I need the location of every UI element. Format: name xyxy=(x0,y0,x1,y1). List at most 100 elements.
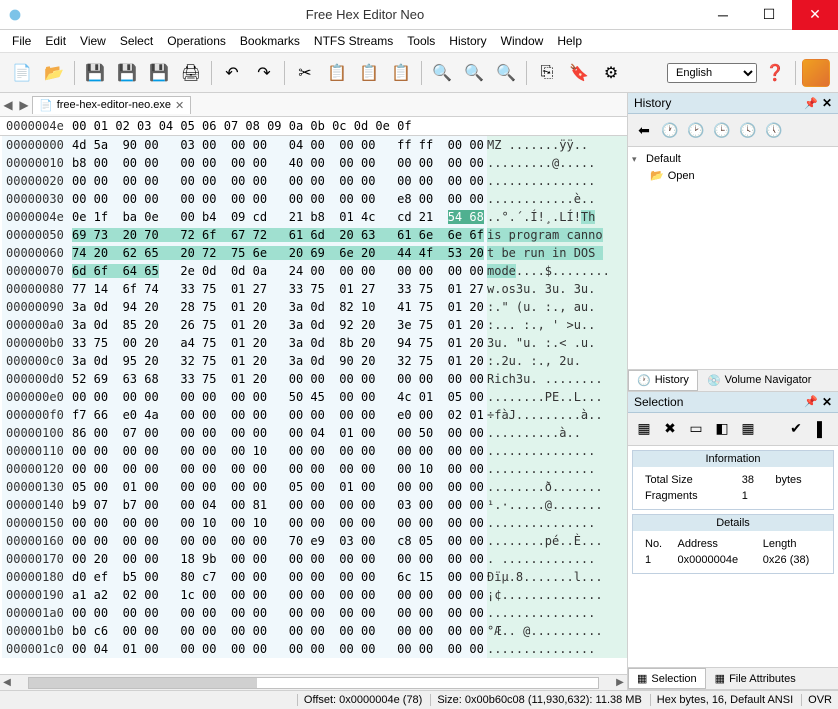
history-clock2-icon[interactable]: 🕑 xyxy=(684,118,708,142)
hex-row[interactable]: 0000008077 14 6f 74 33 75 01 27 33 75 01… xyxy=(0,280,627,298)
new-file-icon[interactable]: 📄 xyxy=(8,59,36,87)
hex-row[interactable]: 000000c03a 0d 95 20 32 75 01 20 3a 0d 90… xyxy=(0,352,627,370)
row-bytes: f7 66 e0 4a 00 00 00 00 00 00 00 00 e0 0… xyxy=(72,406,487,424)
hex-row[interactable]: 000000e000 00 00 00 00 00 00 00 50 45 00… xyxy=(0,388,627,406)
menu-view[interactable]: View xyxy=(80,34,106,48)
hex-row[interactable]: 000001b0b0 c6 00 00 00 00 00 00 00 00 00… xyxy=(0,622,627,640)
hex-row[interactable]: 0000003000 00 00 00 00 00 00 00 00 00 00… xyxy=(0,190,627,208)
hex-row[interactable]: 0000011000 00 00 00 00 00 00 10 00 00 00… xyxy=(0,442,627,460)
sel-grid2-icon[interactable]: ▦ xyxy=(736,417,760,441)
hex-row[interactable]: 0000016000 00 00 00 00 00 00 00 70 e9 03… xyxy=(0,532,627,550)
replace-icon[interactable]: 🔍 xyxy=(492,59,520,87)
help-icon[interactable]: ❓ xyxy=(761,59,789,87)
bookmark-icon[interactable]: 🔖 xyxy=(565,59,593,87)
row-bytes: 00 00 00 00 00 00 00 00 00 00 00 00 00 0… xyxy=(72,172,487,190)
tab-close-icon[interactable]: ✕ xyxy=(175,99,184,112)
menu-edit[interactable]: Edit xyxy=(45,34,66,48)
hex-row[interactable]: 000000b033 75 00 20 a4 75 01 20 3a 0d 8b… xyxy=(0,334,627,352)
sel-mark-icon[interactable]: ◧ xyxy=(710,417,734,441)
hex-row[interactable]: 0000017000 20 00 00 18 9b 00 00 00 00 00… xyxy=(0,550,627,568)
menu-select[interactable]: Select xyxy=(120,34,153,48)
redo-icon[interactable]: ↷ xyxy=(250,59,278,87)
menu-window[interactable]: Window xyxy=(501,34,544,48)
hex-row[interactable]: 0000013005 00 01 00 00 00 00 00 05 00 01… xyxy=(0,478,627,496)
file-tab[interactable]: 📄 free-hex-editor-neo.exe ✕ xyxy=(32,96,191,114)
row-addr: 000001a0 xyxy=(2,604,72,622)
history-clock3-icon[interactable]: 🕒 xyxy=(710,118,734,142)
tab-file-attributes[interactable]: ▦File Attributes xyxy=(706,668,805,689)
tab-prev-icon[interactable]: ◀ xyxy=(0,98,16,112)
cut-icon[interactable]: ✂ xyxy=(291,59,319,87)
save-icon[interactable]: 💾 xyxy=(81,59,109,87)
hex-row[interactable]: 000000903a 0d 94 20 28 75 01 20 3a 0d 82… xyxy=(0,298,627,316)
undo-icon[interactable]: ↶ xyxy=(218,59,246,87)
history-back-icon[interactable]: ⬅ xyxy=(632,118,656,142)
hex-row[interactable]: 0000006074 20 62 65 20 72 75 6e 20 69 6e… xyxy=(0,244,627,262)
horizontal-scrollbar[interactable]: ◀▶ xyxy=(0,674,627,690)
find-icon[interactable]: 🔍 xyxy=(428,59,456,87)
row-bytes: 52 69 63 68 33 75 01 20 00 00 00 00 00 0… xyxy=(72,370,487,388)
save-all-icon[interactable]: 💾 xyxy=(145,59,173,87)
hex-row[interactable]: 00000190a1 a2 02 00 1c 00 00 00 00 00 00… xyxy=(0,586,627,604)
hex-row[interactable]: 0000010086 00 07 00 00 00 00 00 00 04 01… xyxy=(0,424,627,442)
minimize-button[interactable]: ─ xyxy=(700,0,746,30)
sel-range-icon[interactable]: ▭ xyxy=(684,417,708,441)
menu-help[interactable]: Help xyxy=(557,34,582,48)
history-clock5-icon[interactable]: 🕔 xyxy=(762,118,786,142)
menu-operations[interactable]: Operations xyxy=(167,34,226,48)
hex-row[interactable]: 0000002000 00 00 00 00 00 00 00 00 00 00… xyxy=(0,172,627,190)
menu-bookmarks[interactable]: Bookmarks xyxy=(240,34,300,48)
hex-row[interactable]: 000000706d 6f 64 65 2e 0d 0d 0a 24 00 00… xyxy=(0,262,627,280)
expand-icon[interactable]: ▾ xyxy=(632,154,642,165)
hex-row[interactable]: 000000a03a 0d 85 20 26 75 01 20 3a 0d 92… xyxy=(0,316,627,334)
maximize-button[interactable]: ☐ xyxy=(746,0,792,30)
hex-row[interactable]: 000001c000 04 01 00 00 00 00 00 00 00 00… xyxy=(0,640,627,658)
close-button[interactable]: ✕ xyxy=(792,0,838,30)
hex-row[interactable]: 00000180d0 ef b5 00 80 c7 00 00 00 00 00… xyxy=(0,568,627,586)
menu-tools[interactable]: Tools xyxy=(407,34,435,48)
history-tree[interactable]: ▾ Default 📂 Open xyxy=(628,147,838,369)
menu-ntfs-streams[interactable]: NTFS Streams xyxy=(314,34,393,48)
open-file-icon[interactable]: 📂 xyxy=(40,59,68,87)
tab-selection[interactable]: ▦Selection xyxy=(628,668,706,689)
panel-close-icon[interactable]: ✕ xyxy=(822,96,832,110)
language-select[interactable]: English xyxy=(667,63,757,83)
pin-icon[interactable]: 📌 xyxy=(804,97,818,110)
tab-next-icon[interactable]: ▶ xyxy=(16,98,32,112)
hex-body[interactable]: 000000004d 5a 90 00 03 00 00 00 04 00 00… xyxy=(0,136,627,674)
hex-row[interactable]: 00000010b8 00 00 00 00 00 00 00 40 00 00… xyxy=(0,154,627,172)
panel-close-icon[interactable]: ✕ xyxy=(822,395,832,409)
print-icon[interactable]: 🖨 xyxy=(177,59,205,87)
hex-row[interactable]: 000000d052 69 63 68 33 75 01 20 00 00 00… xyxy=(0,370,627,388)
sel-check-icon[interactable]: ✔ xyxy=(784,417,808,441)
paste-icon[interactable]: 📋 xyxy=(355,59,383,87)
hex-row[interactable]: 0000012000 00 00 00 00 00 00 00 00 00 00… xyxy=(0,460,627,478)
history-clock4-icon[interactable]: 🕓 xyxy=(736,118,760,142)
sel-grid-icon[interactable]: ▦ xyxy=(632,417,656,441)
hex-row[interactable]: 0000005069 73 20 70 72 6f 67 72 61 6d 20… xyxy=(0,226,627,244)
pin-icon[interactable]: 📌 xyxy=(804,395,818,408)
settings-icon[interactable]: ⚙ xyxy=(597,59,625,87)
hex-row[interactable]: 000001a000 00 00 00 00 00 00 00 00 00 00… xyxy=(0,604,627,622)
hex-row[interactable]: 000000004d 5a 90 00 03 00 00 00 04 00 00… xyxy=(0,136,627,154)
sel-delete-icon[interactable]: ✖ xyxy=(658,417,682,441)
tree-node-open[interactable]: 📂 Open xyxy=(632,167,834,184)
hex-row[interactable]: 0000004e0e 1f ba 0e 00 b4 09 cd 21 b8 01… xyxy=(0,208,627,226)
hex-row[interactable]: 00000140b9 07 b7 00 00 04 00 81 00 00 00… xyxy=(0,496,627,514)
tree-node-default[interactable]: ▾ Default xyxy=(632,151,834,167)
app-logo-icon[interactable] xyxy=(802,59,830,87)
tab-history[interactable]: 🕐History xyxy=(628,370,698,391)
clipboard-icon[interactable]: 📋 xyxy=(387,59,415,87)
copy-icon[interactable]: 📋 xyxy=(323,59,351,87)
tab-volume-navigator[interactable]: 💿Volume Navigator xyxy=(698,370,821,391)
row-ascii: ........PE..L... xyxy=(487,388,627,406)
menu-file[interactable]: File xyxy=(12,34,31,48)
save-as-icon[interactable]: 💾 xyxy=(113,59,141,87)
history-clock1-icon[interactable]: 🕐 xyxy=(658,118,682,142)
menu-history[interactable]: History xyxy=(449,34,486,48)
find-next-icon[interactable]: 🔍 xyxy=(460,59,488,87)
goto-icon[interactable]: ⎘ xyxy=(533,59,561,87)
sel-bar-icon[interactable]: ▌ xyxy=(810,417,834,441)
hex-row[interactable]: 0000015000 00 00 00 00 10 00 10 00 00 00… xyxy=(0,514,627,532)
hex-row[interactable]: 000000f0f7 66 e0 4a 00 00 00 00 00 00 00… xyxy=(0,406,627,424)
